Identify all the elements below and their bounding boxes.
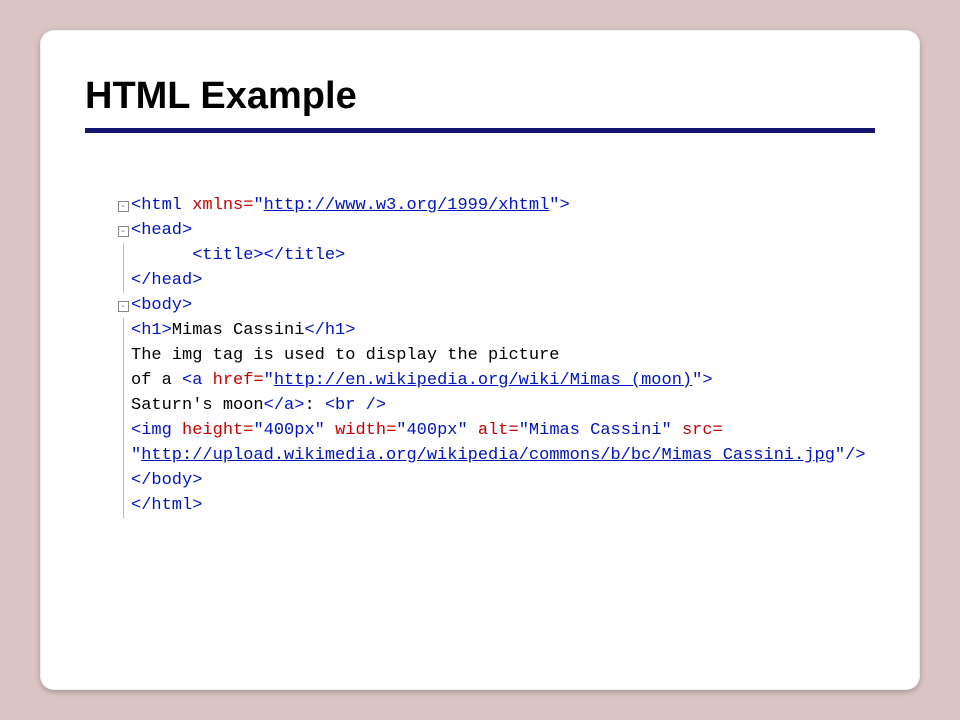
url-wikipedia-mimas[interactable]: http://en.wikipedia.org/wiki/Mimas_(moon…	[274, 371, 692, 390]
fold-line-icon	[123, 493, 124, 518]
code-line: <img height="400px" width="400px" alt="M…	[115, 418, 875, 443]
fold-toggle-icon[interactable]: -	[115, 218, 131, 243]
fold-line-icon	[123, 443, 124, 468]
fold-toggle-icon[interactable]: -	[115, 193, 131, 218]
slide-card: HTML Example - <html xmlns="http://www.w…	[40, 30, 920, 690]
code-line: "http://upload.wikimedia.org/wikipedia/c…	[115, 443, 875, 468]
fold-line-icon	[123, 268, 124, 293]
h1-text: Mimas Cassini	[172, 321, 305, 340]
link-text: Saturn's moon	[131, 396, 264, 415]
tag-br: <br />	[325, 396, 386, 415]
title-underline	[85, 128, 875, 133]
code-line: <title></title>	[115, 243, 875, 268]
attr-alt: alt=	[478, 421, 519, 440]
attr-src: src=	[682, 421, 723, 440]
tag-head-open: <head>	[131, 221, 192, 240]
code-line: - <body>	[115, 293, 875, 318]
attr-xmlns: xmlns=	[192, 196, 253, 215]
code-line: The img tag is used to display the pictu…	[115, 343, 875, 368]
tag-html-close: </html>	[131, 496, 202, 515]
fold-line-icon	[123, 343, 124, 368]
attr-width: width=	[335, 421, 396, 440]
tag-body-close: </body>	[131, 471, 202, 490]
fold-line-icon	[123, 318, 124, 343]
tag-body-open: <body>	[131, 296, 192, 315]
tag-title-open: <title>	[192, 246, 263, 265]
fold-line-icon	[123, 243, 124, 268]
code-line: - <html xmlns="http://www.w3.org/1999/xh…	[115, 193, 875, 218]
attr-href: href=	[213, 371, 264, 390]
body-text: The img tag is used to display the pictu…	[131, 346, 559, 365]
tag-h1-close: </h1>	[304, 321, 355, 340]
code-line: <h1>Mimas Cassini</h1>	[115, 318, 875, 343]
code-line: Saturn's moon</a>: <br />	[115, 393, 875, 418]
code-line: of a <a href="http://en.wikipedia.org/wi…	[115, 368, 875, 393]
attr-height: height=	[182, 421, 253, 440]
tag-img-open: <img	[131, 421, 182, 440]
url-img-src[interactable]: http://upload.wikimedia.org/wikipedia/co…	[141, 446, 835, 465]
tag-h1-open: <h1>	[131, 321, 172, 340]
tag-title-close: </title>	[264, 246, 346, 265]
fold-line-icon	[123, 418, 124, 443]
fold-toggle-icon[interactable]: -	[115, 293, 131, 318]
url-xmlns[interactable]: http://www.w3.org/1999/xhtml	[264, 196, 550, 215]
tag-head-close: </head>	[131, 271, 202, 290]
slide-title: HTML Example	[85, 75, 875, 118]
code-line: </body>	[115, 468, 875, 493]
code-line: </head>	[115, 268, 875, 293]
code-block: - <html xmlns="http://www.w3.org/1999/xh…	[85, 193, 875, 518]
tag-a-open: <a	[182, 371, 213, 390]
code-line: - <head>	[115, 218, 875, 243]
fold-line-icon	[123, 393, 124, 418]
fold-line-icon	[123, 368, 124, 393]
fold-line-icon	[123, 468, 124, 493]
code-line: </html>	[115, 493, 875, 518]
tag-html-open: <html	[131, 196, 192, 215]
tag-a-close: </a>	[264, 396, 305, 415]
